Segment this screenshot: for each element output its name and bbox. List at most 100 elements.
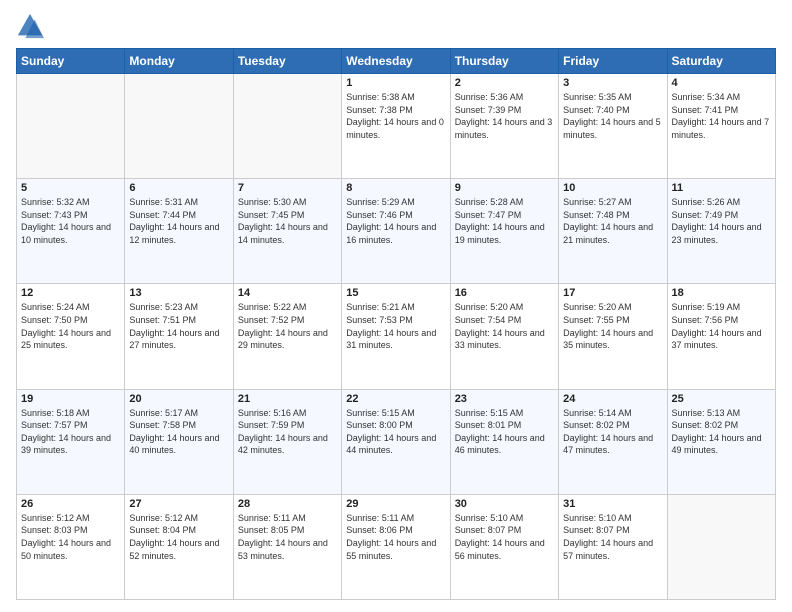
logo: [16, 12, 48, 40]
calendar-cell: 4 Sunrise: 5:34 AMSunset: 7:41 PMDaylight…: [667, 74, 775, 179]
cell-details: Sunrise: 5:23 AMSunset: 7:51 PMDaylight:…: [129, 301, 228, 351]
week-row-4: 19 Sunrise: 5:18 AMSunset: 7:57 PMDayligh…: [17, 389, 776, 494]
calendar-cell: [667, 494, 775, 599]
day-number: 11: [672, 182, 771, 194]
calendar-cell: [233, 74, 341, 179]
calendar-cell: [125, 74, 233, 179]
day-number: 2: [455, 77, 554, 89]
cell-details: Sunrise: 5:12 AMSunset: 8:03 PMDaylight:…: [21, 512, 120, 562]
cell-details: Sunrise: 5:16 AMSunset: 7:59 PMDaylight:…: [238, 407, 337, 457]
calendar-cell: 7Sunrise: 5:30 AMSunset: 7:45 PMDaylight…: [233, 179, 341, 284]
cell-details: Sunrise: 5:22 AMSunset: 7:52 PMDaylight:…: [238, 301, 337, 351]
calendar-cell: 6 Sunrise: 5:31 AMSunset: 7:44 PMDaylight…: [125, 179, 233, 284]
calendar-cell: 28 Sunrise: 5:11 AMSunset: 8:05 PMDayligh…: [233, 494, 341, 599]
day-number: 5: [21, 182, 120, 194]
cell-details: Sunrise: 5:32 AMSunset: 7:43 PMDaylight:…: [21, 196, 120, 246]
day-number: 26: [21, 498, 120, 510]
cell-details: Sunrise: 5:20 AMSunset: 7:55 PMDaylight:…: [563, 301, 662, 351]
calendar-cell: 15Sunrise: 5:21 AMSunset: 7:53 PMDayligh…: [342, 284, 450, 389]
day-number: 9: [455, 182, 554, 194]
week-row-5: 26 Sunrise: 5:12 AMSunset: 8:03 PMDayligh…: [17, 494, 776, 599]
cell-details: Sunrise: 5:30 AMSunset: 7:45 PMDaylight:…: [238, 196, 337, 246]
calendar-cell: 22 Sunrise: 5:15 AMSunset: 8:00 PMDayligh…: [342, 389, 450, 494]
cell-details: Sunrise: 5:31 AMSunset: 7:44 PMDaylight:…: [129, 196, 228, 246]
day-number: 12: [21, 287, 120, 299]
day-number: 27: [129, 498, 228, 510]
calendar-cell: 11 Sunrise: 5:26 AMSunset: 7:49 PMDayligh…: [667, 179, 775, 284]
weekday-header-friday: Friday: [559, 49, 667, 74]
calendar-cell: 31 Sunrise: 5:10 AMSunset: 8:07 PMDayligh…: [559, 494, 667, 599]
day-number: 23: [455, 393, 554, 405]
calendar-cell: 29 Sunrise: 5:11 AMSunset: 8:06 PMDayligh…: [342, 494, 450, 599]
header: [16, 12, 776, 40]
day-number: 10: [563, 182, 662, 194]
cell-details: Sunrise: 5:15 AMSunset: 8:00 PMDaylight:…: [346, 407, 445, 457]
calendar-cell: 14 Sunrise: 5:22 AMSunset: 7:52 PMDayligh…: [233, 284, 341, 389]
cell-details: Sunrise: 5:10 AMSunset: 8:07 PMDaylight:…: [563, 512, 662, 562]
day-number: 6: [129, 182, 228, 194]
weekday-header-monday: Monday: [125, 49, 233, 74]
calendar-cell: 5 Sunrise: 5:32 AMSunset: 7:43 PMDaylight…: [17, 179, 125, 284]
calendar-cell: 12 Sunrise: 5:24 AMSunset: 7:50 PMDayligh…: [17, 284, 125, 389]
weekday-header-tuesday: Tuesday: [233, 49, 341, 74]
cell-details: Sunrise: 5:38 AMSunset: 7:38 PMDaylight:…: [346, 91, 445, 141]
logo-icon: [16, 12, 44, 40]
day-number: 15: [346, 287, 445, 299]
cell-details: Sunrise: 5:34 AMSunset: 7:41 PMDaylight:…: [672, 91, 771, 141]
calendar-cell: 8 Sunrise: 5:29 AMSunset: 7:46 PMDaylight…: [342, 179, 450, 284]
cell-details: Sunrise: 5:27 AMSunset: 7:48 PMDaylight:…: [563, 196, 662, 246]
day-number: 31: [563, 498, 662, 510]
cell-details: Sunrise: 5:24 AMSunset: 7:50 PMDaylight:…: [21, 301, 120, 351]
calendar-cell: 26 Sunrise: 5:12 AMSunset: 8:03 PMDayligh…: [17, 494, 125, 599]
cell-details: Sunrise: 5:13 AMSunset: 8:02 PMDaylight:…: [672, 407, 771, 457]
weekday-header-saturday: Saturday: [667, 49, 775, 74]
calendar-cell: 2Sunrise: 5:36 AMSunset: 7:39 PMDaylight…: [450, 74, 558, 179]
cell-details: Sunrise: 5:20 AMSunset: 7:54 PMDaylight:…: [455, 301, 554, 351]
day-number: 14: [238, 287, 337, 299]
day-number: 19: [21, 393, 120, 405]
cell-details: Sunrise: 5:12 AMSunset: 8:04 PMDaylight:…: [129, 512, 228, 562]
calendar-cell: 17 Sunrise: 5:20 AMSunset: 7:55 PMDayligh…: [559, 284, 667, 389]
calendar-cell: 21 Sunrise: 5:16 AMSunset: 7:59 PMDayligh…: [233, 389, 341, 494]
day-number: 8: [346, 182, 445, 194]
day-number: 18: [672, 287, 771, 299]
calendar-cell: 16Sunrise: 5:20 AMSunset: 7:54 PMDayligh…: [450, 284, 558, 389]
day-number: 17: [563, 287, 662, 299]
day-number: 4: [672, 77, 771, 89]
week-row-3: 12 Sunrise: 5:24 AMSunset: 7:50 PMDayligh…: [17, 284, 776, 389]
day-number: 3: [563, 77, 662, 89]
cell-details: Sunrise: 5:26 AMSunset: 7:49 PMDaylight:…: [672, 196, 771, 246]
cell-details: Sunrise: 5:14 AMSunset: 8:02 PMDaylight:…: [563, 407, 662, 457]
calendar-cell: 20Sunrise: 5:17 AMSunset: 7:58 PMDayligh…: [125, 389, 233, 494]
calendar-cell: 3 Sunrise: 5:35 AMSunset: 7:40 PMDaylight…: [559, 74, 667, 179]
day-number: 1: [346, 77, 445, 89]
cell-details: Sunrise: 5:11 AMSunset: 8:05 PMDaylight:…: [238, 512, 337, 562]
day-number: 29: [346, 498, 445, 510]
day-number: 24: [563, 393, 662, 405]
calendar-cell: 27 Sunrise: 5:12 AMSunset: 8:04 PMDayligh…: [125, 494, 233, 599]
calendar-cell: 13Sunrise: 5:23 AMSunset: 7:51 PMDayligh…: [125, 284, 233, 389]
cell-details: Sunrise: 5:15 AMSunset: 8:01 PMDaylight:…: [455, 407, 554, 457]
calendar-table: SundayMondayTuesdayWednesdayThursdayFrid…: [16, 48, 776, 600]
cell-details: Sunrise: 5:19 AMSunset: 7:56 PMDaylight:…: [672, 301, 771, 351]
cell-details: Sunrise: 5:18 AMSunset: 7:57 PMDaylight:…: [21, 407, 120, 457]
day-number: 20: [129, 393, 228, 405]
calendar-cell: 24 Sunrise: 5:14 AMSunset: 8:02 PMDayligh…: [559, 389, 667, 494]
calendar-cell: 30 Sunrise: 5:10 AMSunset: 8:07 PMDayligh…: [450, 494, 558, 599]
weekday-header-wednesday: Wednesday: [342, 49, 450, 74]
day-number: 30: [455, 498, 554, 510]
weekday-header-thursday: Thursday: [450, 49, 558, 74]
week-row-1: 1 Sunrise: 5:38 AMSunset: 7:38 PMDaylight…: [17, 74, 776, 179]
cell-details: Sunrise: 5:10 AMSunset: 8:07 PMDaylight:…: [455, 512, 554, 562]
cell-details: Sunrise: 5:29 AMSunset: 7:46 PMDaylight:…: [346, 196, 445, 246]
calendar-cell: 23 Sunrise: 5:15 AMSunset: 8:01 PMDayligh…: [450, 389, 558, 494]
day-number: 28: [238, 498, 337, 510]
day-number: 22: [346, 393, 445, 405]
weekday-header-sunday: Sunday: [17, 49, 125, 74]
day-number: 21: [238, 393, 337, 405]
calendar-cell: 25 Sunrise: 5:13 AMSunset: 8:02 PMDayligh…: [667, 389, 775, 494]
day-number: 25: [672, 393, 771, 405]
cell-details: Sunrise: 5:11 AMSunset: 8:06 PMDaylight:…: [346, 512, 445, 562]
calendar-cell: 18 Sunrise: 5:19 AMSunset: 7:56 PMDayligh…: [667, 284, 775, 389]
cell-details: Sunrise: 5:35 AMSunset: 7:40 PMDaylight:…: [563, 91, 662, 141]
